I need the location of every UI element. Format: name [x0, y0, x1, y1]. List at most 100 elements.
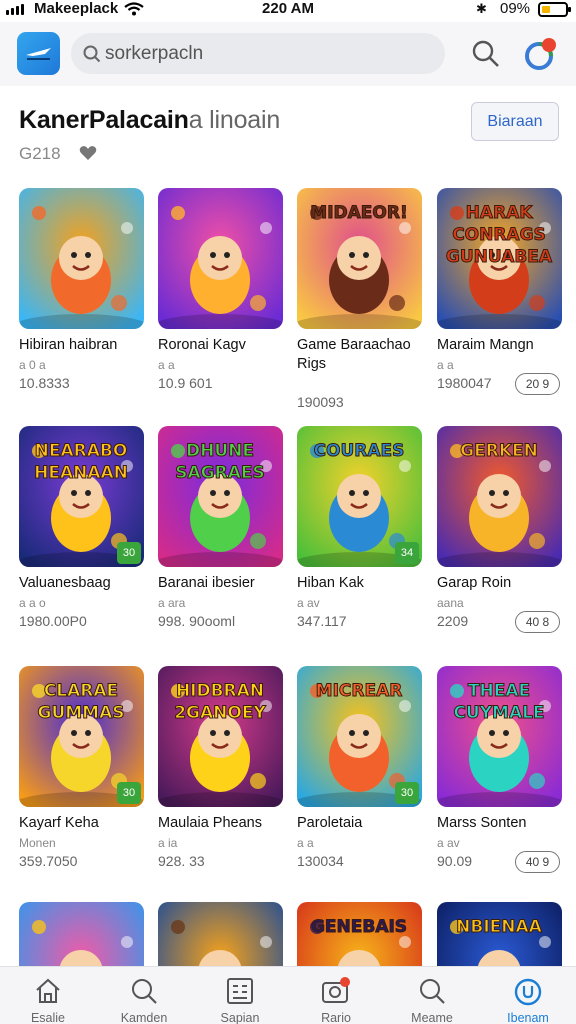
game-thumbnail[interactable]: THEAE CUYMALE: [437, 666, 562, 807]
game-thumbnail[interactable]: HARAK CONRAGS GUNUABEA: [437, 188, 562, 329]
game-title: Valuanesbaag: [19, 575, 111, 591]
svg-text:GUMMAS: GUMMAS: [38, 703, 125, 723]
svg-text:NEARABO: NEARABO: [35, 441, 128, 461]
game-title: Hibiran haibran: [19, 337, 118, 353]
game-badge: 30: [117, 782, 141, 804]
svg-text:COURAES: COURAES: [314, 441, 405, 461]
svg-text:MIDAEOR!: MIDAEOR!: [310, 203, 407, 223]
search-icon: [83, 45, 101, 62]
nav-explore[interactable]: Meame: [384, 967, 480, 1024]
svg-text:THEAE: THEAE: [468, 681, 530, 701]
svg-text:GENEBAIS: GENEBAIS: [311, 917, 407, 937]
search-input[interactable]: [105, 42, 425, 65]
game-title: Roronai Kagv: [158, 337, 246, 353]
home-icon: [36, 978, 60, 1003]
nav-profile[interactable]: Ibenam: [480, 967, 576, 1024]
svg-text:NBIENAA: NBIENAA: [456, 917, 543, 937]
clock: 220 AM: [262, 0, 314, 17]
game-meta: 1980047: [437, 375, 492, 391]
svg-text:CUYMALE: CUYMALE: [453, 703, 544, 723]
game-subtitle: aana: [437, 596, 464, 610]
svg-text:GERKEN: GERKEN: [460, 441, 538, 461]
game-meta: 90.09: [437, 853, 473, 869]
game-badge: 34: [395, 542, 419, 564]
rating-chip[interactable]: 20 9: [515, 373, 560, 395]
nav-home[interactable]: Esalie: [0, 967, 96, 1024]
game-thumbnail[interactable]: [158, 188, 283, 329]
game-title: Hiban Kak: [297, 575, 364, 591]
game-meta: 347.117: [297, 613, 347, 629]
svg-text:CLARAE: CLARAE: [44, 681, 118, 701]
game-subtitle: a av: [437, 836, 460, 850]
game-meta: 10.8333: [19, 375, 70, 391]
page-title: KanerPalacaina linoain: [19, 106, 281, 134]
svg-text:HEANAAN: HEANAAN: [34, 463, 128, 483]
game-subtitle: a ia: [158, 836, 178, 850]
game-thumbnail[interactable]: MIDAEOR!: [297, 188, 422, 329]
search-icon: [132, 979, 157, 1004]
game-badge: 30: [117, 542, 141, 564]
game-subtitle: a a o: [19, 596, 46, 610]
profile-circle-icon: [514, 978, 542, 1006]
game-meta: 1980.00P0: [19, 613, 87, 629]
camera-icon: [322, 977, 350, 1003]
game-title: Game Baraachao Rigs: [297, 337, 411, 372]
status-bar: Makeeplack 220 AM ✱ 09%: [0, 0, 576, 22]
heart-icon[interactable]: [79, 145, 97, 161]
svg-text:HARAK: HARAK: [466, 203, 534, 223]
game-subtitle: a a: [158, 358, 175, 372]
game-thumbnail[interactable]: [19, 188, 144, 329]
bottom-navigation: Esalie Kamden Sapian Rario Meame Ibenam: [0, 966, 576, 1024]
game-meta: 190093: [297, 394, 344, 410]
battery-icon: [538, 2, 571, 17]
game-title: Marss Sonten: [437, 815, 527, 831]
game-subtitle: a a: [297, 836, 314, 850]
game-meta: 998. 90ooml: [158, 613, 236, 629]
game-meta: 2209: [437, 613, 469, 629]
rating-chip[interactable]: 40 9: [515, 851, 560, 873]
app-logo[interactable]: [17, 32, 60, 75]
game-title: Maraim Mangn: [437, 337, 534, 353]
item-count: G218: [19, 144, 61, 163]
game-thumbnail[interactable]: GERKEN: [437, 426, 562, 567]
game-meta: 10.9 601: [158, 375, 213, 391]
svg-text:MICREAR: MICREAR: [316, 681, 403, 701]
search-bar[interactable]: [71, 33, 445, 74]
game-title: Garap Roin: [437, 575, 512, 591]
svg-text:SAGRAES: SAGRAES: [175, 463, 264, 483]
game-subtitle: a 0 a: [19, 358, 46, 372]
game-title: Maulaia Pheans: [158, 815, 262, 831]
battery-percent: 09%: [500, 0, 531, 17]
svg-text:GUNUABEA: GUNUABEA: [446, 247, 553, 267]
game-title: Kayarf Keha: [19, 815, 99, 831]
svg-text:2GANOEY: 2GANOEY: [174, 703, 266, 723]
grid-list-icon: [227, 978, 253, 1004]
svg-text:HIDBRAN: HIDBRAN: [176, 681, 264, 701]
game-subtitle: a ara: [158, 596, 186, 610]
game-meta: 130034: [297, 853, 344, 869]
nav-search[interactable]: Kamden: [96, 967, 192, 1024]
search-icon[interactable]: [470, 38, 502, 70]
game-meta: 928. 33: [158, 853, 205, 869]
plane-icon: [26, 48, 51, 60]
section-header: KanerPalacaina linoain G218 Biaraan: [0, 100, 576, 170]
game-subtitle: a av: [297, 596, 320, 610]
svg-text:DHUNE: DHUNE: [186, 441, 254, 461]
nav-categories[interactable]: Sapian: [192, 967, 288, 1024]
game-title: Baranai ibesier: [158, 575, 255, 591]
bluetooth-icon: ✱: [476, 1, 487, 16]
game-thumbnail[interactable]: DHUNE SAGRAES: [158, 426, 283, 567]
game-thumbnail[interactable]: HIDBRAN 2GANOEY: [158, 666, 283, 807]
magnifier-icon: [420, 979, 445, 1004]
game-title: Paroletaia: [297, 815, 363, 831]
profile-avatar-icon[interactable]: [521, 34, 561, 74]
rating-chip[interactable]: 40 8: [515, 611, 560, 633]
game-subtitle: Monen: [19, 836, 56, 850]
nav-media[interactable]: Rario: [288, 967, 384, 1024]
game-meta: 359.7050: [19, 853, 78, 869]
browse-button[interactable]: Biaraan: [471, 102, 559, 141]
app-header: [0, 22, 576, 86]
svg-text:CONRAGS: CONRAGS: [452, 225, 546, 245]
game-badge: 30: [395, 782, 419, 804]
game-subtitle: a a: [437, 358, 454, 372]
